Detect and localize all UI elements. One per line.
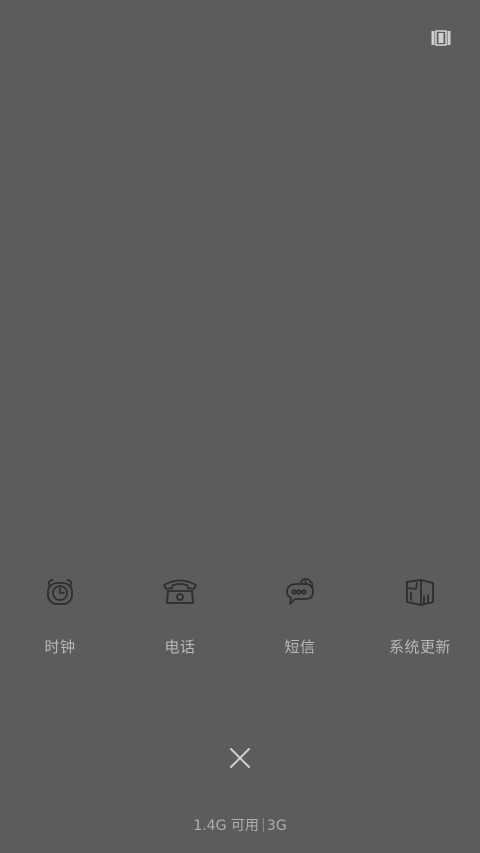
network-type-text: 3G xyxy=(266,818,287,834)
alarm-clock-icon xyxy=(47,579,73,605)
close-icon xyxy=(230,748,250,768)
app-label-system-update: 系统更新 xyxy=(388,638,451,656)
recent-apps-row: 时钟 电话 短信 系统更新 xyxy=(0,572,480,662)
app-icon-wrapper xyxy=(40,572,80,612)
grid-view-icon xyxy=(431,30,451,46)
app-clock[interactable]: 时钟 xyxy=(0,572,120,662)
system-update-box-icon xyxy=(406,579,434,606)
app-system-update[interactable]: 系统更新 xyxy=(360,572,480,662)
app-icon-wrapper xyxy=(160,572,200,612)
message-bubble-icon xyxy=(286,578,314,605)
memory-divider xyxy=(262,818,264,832)
app-label-clock: 时钟 xyxy=(44,638,76,656)
app-icon-wrapper xyxy=(400,572,440,612)
app-messages[interactable]: 短信 xyxy=(240,572,360,662)
telephone-icon xyxy=(163,579,197,604)
view-toggle-button[interactable] xyxy=(430,28,452,48)
clear-all-button[interactable] xyxy=(224,742,256,774)
app-label-phone: 电话 xyxy=(164,638,196,656)
memory-status: 1.4G 可用 3G xyxy=(0,815,480,835)
app-icon-wrapper xyxy=(280,572,320,612)
memory-available-text: 1.4G 可用 xyxy=(193,818,259,834)
app-label-messages: 短信 xyxy=(284,638,316,656)
app-phone[interactable]: 电话 xyxy=(120,572,240,662)
recent-apps-screen: 时钟 电话 短信 系统更新 1.4G 可用 3G xyxy=(0,0,480,853)
